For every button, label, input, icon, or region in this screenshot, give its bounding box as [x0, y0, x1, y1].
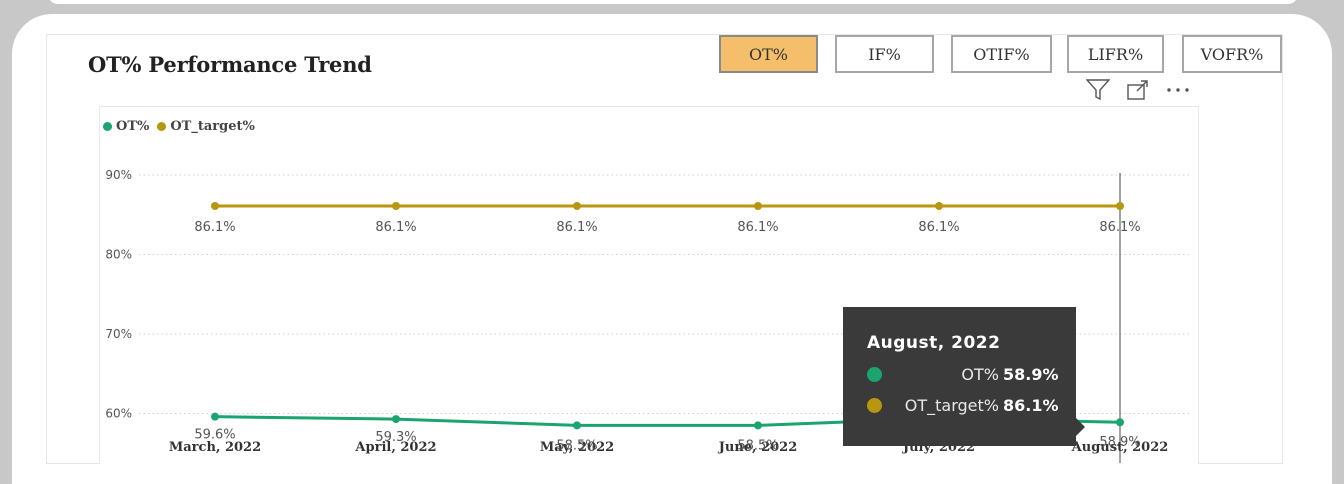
line-chart-visual[interactable]: OT% Performance Trend OT% IF% OTIF% LIFR…: [46, 34, 1283, 464]
data-label: 86.1%: [1099, 220, 1140, 235]
tooltip-title: August, 2022: [867, 333, 1001, 353]
data-label: 86.1%: [918, 220, 959, 235]
data-point: [754, 202, 762, 211]
tooltip-label-target: OT_target%: [904, 396, 999, 415]
data-point: [573, 202, 581, 211]
tooltip-label-ot: OT%: [961, 365, 999, 384]
data-point: [211, 412, 219, 421]
tooltip-value-ot: 58.9%: [1003, 365, 1059, 384]
tooltip-swatch-target: [867, 398, 882, 413]
tooltip-value-target: 86.1%: [1003, 396, 1059, 415]
report-card: OT% Performance Trend OT% IF% OTIF% LIFR…: [12, 14, 1332, 484]
data-label: 86.1%: [375, 220, 416, 235]
data-point: [211, 202, 219, 211]
data-label: 58.9%: [1099, 435, 1140, 450]
data-label: 59.3%: [375, 430, 416, 445]
data-point: [392, 202, 400, 211]
data-point: [1116, 418, 1124, 427]
data-label: 86.1%: [194, 220, 235, 235]
data-label: 59.6%: [194, 428, 235, 443]
data-label: 58.5%: [737, 438, 778, 453]
tooltip-pointer: [1076, 418, 1085, 436]
data-point: [573, 421, 581, 430]
data-tooltip: August, 2022 OT% 58.9% OT_target% 86.1%: [843, 307, 1076, 446]
data-point: [754, 421, 762, 430]
data-label: 86.1%: [737, 220, 778, 235]
data-label: 86.1%: [556, 220, 597, 235]
tooltip-swatch-ot: [867, 367, 882, 382]
tooltip-row-target: OT_target% 86.1%: [867, 395, 1067, 417]
data-point: [935, 202, 943, 211]
tooltip-row-ot: OT% 58.9%: [867, 364, 1067, 386]
previous-visual-card: [48, 0, 1298, 4]
y-tick-label: 80%: [105, 248, 132, 262]
y-tick-label: 60%: [105, 407, 132, 421]
y-tick-label: 70%: [105, 327, 132, 341]
data-point: [392, 415, 400, 424]
y-tick-label: 90%: [105, 168, 132, 182]
line-chart-svg: 60%70%80%90%March, 2022 April, 2022 May, 2…: [105, 168, 1192, 463]
data-label: 58.5%: [556, 438, 597, 453]
data-point: [1116, 202, 1124, 211]
